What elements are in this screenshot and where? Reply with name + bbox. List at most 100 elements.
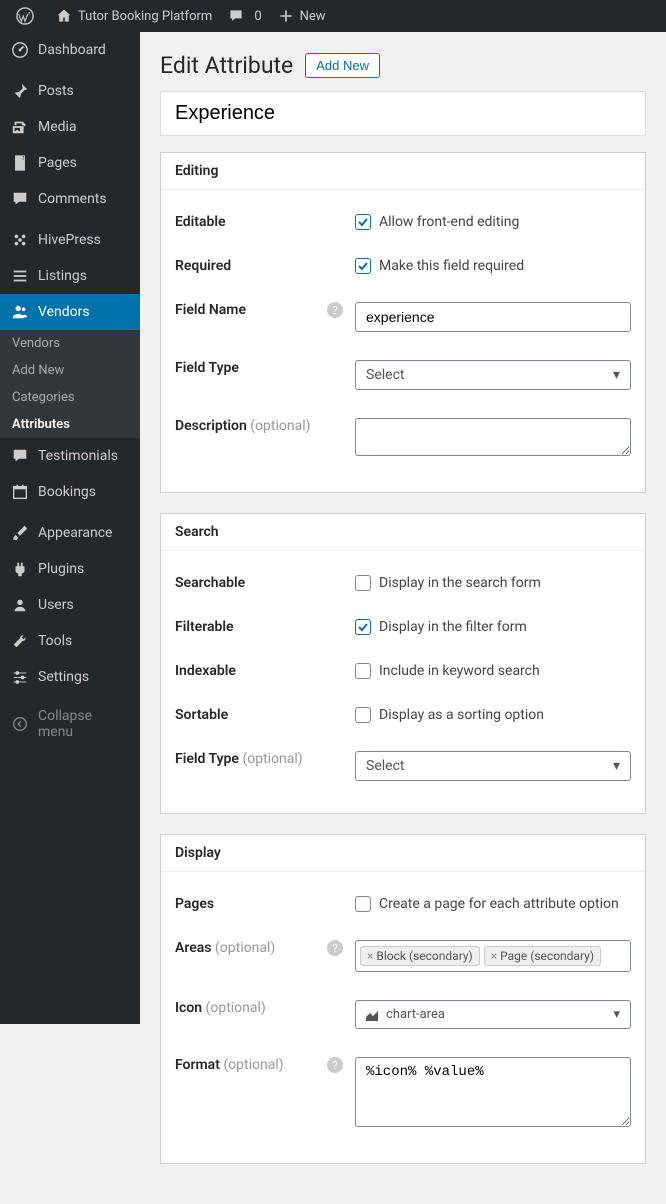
dashboard-icon: [10, 40, 30, 60]
chevron-down-icon: ▾: [613, 1007, 620, 1022]
field-label: Indexable: [175, 663, 236, 679]
close-icon[interactable]: ×: [367, 949, 373, 963]
menu-users[interactable]: Users: [0, 587, 140, 623]
menu-posts[interactable]: Posts: [0, 73, 140, 109]
pages-checkbox[interactable]: [355, 896, 371, 912]
hivepress-icon: [10, 230, 30, 250]
searchable-checkbox[interactable]: [355, 575, 371, 591]
close-icon[interactable]: ×: [491, 949, 497, 963]
description-row: Description (optional): [175, 404, 631, 474]
pin-icon: [10, 81, 30, 101]
plug-icon: [10, 559, 30, 579]
area-tag[interactable]: ×Page (secondary): [484, 946, 601, 966]
field-label: Pages: [175, 896, 214, 912]
menu-label: Vendors: [38, 304, 130, 320]
add-new-button[interactable]: Add New: [305, 53, 380, 78]
vendors-submenu: Vendors Add New Categories Attributes: [0, 330, 140, 438]
area-tag[interactable]: ×Block (secondary): [360, 946, 480, 966]
menu-settings[interactable]: Settings: [0, 659, 140, 695]
filterable-checkbox[interactable]: [355, 619, 371, 635]
help-icon[interactable]: ?: [327, 302, 343, 318]
menu-media[interactable]: Media: [0, 109, 140, 145]
testimonials-icon: [10, 446, 30, 466]
menu-label: Testimonials: [38, 448, 130, 464]
menu-label: Settings: [38, 669, 130, 685]
field-type-select[interactable]: Select ▾: [355, 360, 631, 390]
chevron-down-icon: ▾: [613, 758, 620, 774]
required-checkbox[interactable]: [355, 258, 371, 274]
select-value: Select: [366, 367, 404, 383]
new-label: New: [300, 9, 326, 24]
site-name: Tutor Booking Platform: [78, 9, 212, 24]
menu-testimonials[interactable]: Testimonials: [0, 438, 140, 474]
field-name-row: Field Name ?: [175, 288, 631, 346]
field-label: Required: [175, 258, 231, 274]
vendors-icon: [10, 302, 30, 322]
wrench-icon: [10, 631, 30, 651]
comments-link[interactable]: 0: [220, 0, 269, 32]
plus-icon: [278, 8, 294, 24]
menu-hivepress[interactable]: HivePress: [0, 222, 140, 258]
menu-bookings[interactable]: Bookings: [0, 474, 140, 510]
field-label: Field Type: [175, 360, 239, 376]
comment-count: 0: [254, 9, 261, 24]
submenu-attributes[interactable]: Attributes: [0, 411, 140, 438]
menu-listings[interactable]: Listings: [0, 258, 140, 294]
indexable-row: Indexable Include in keyword search: [175, 649, 631, 693]
required-row: Required Make this field required: [175, 244, 631, 288]
field-name-input[interactable]: [355, 302, 631, 332]
menu-label: HivePress: [38, 232, 130, 248]
menu-comments[interactable]: Comments: [0, 181, 140, 217]
new-content-link[interactable]: New: [270, 0, 334, 32]
comment-icon: [228, 8, 244, 24]
checkbox-label: Allow front-end editing: [379, 214, 519, 230]
sortable-checkbox[interactable]: [355, 707, 371, 723]
menu-label: Appearance: [38, 525, 130, 541]
search-field-type-select[interactable]: Select ▾: [355, 751, 631, 781]
wordpress-icon: [16, 7, 34, 25]
metabox-body: Pages Create a page for each attribute o…: [161, 872, 645, 1163]
home-icon: [56, 8, 72, 24]
format-textarea[interactable]: %icon% %value%: [355, 1057, 631, 1127]
admin-bar: Tutor Booking Platform 0 New: [0, 0, 666, 32]
indexable-checkbox[interactable]: [355, 663, 371, 679]
attribute-title-input[interactable]: [160, 91, 646, 136]
brush-icon: [10, 523, 30, 543]
checkbox-label: Display in the filter form: [379, 619, 527, 635]
menu-label: Comments: [38, 191, 130, 207]
menu-appearance[interactable]: Appearance: [0, 515, 140, 551]
submenu-add-new[interactable]: Add New: [0, 357, 140, 384]
collapse-menu[interactable]: Collapse menu: [0, 700, 140, 748]
menu-label: Pages: [38, 155, 130, 171]
description-textarea[interactable]: [355, 418, 631, 456]
help-icon[interactable]: ?: [327, 940, 343, 956]
menu-tools[interactable]: Tools: [0, 623, 140, 659]
chevron-down-icon: ▾: [613, 367, 620, 383]
areas-tag-input[interactable]: ×Block (secondary) ×Page (secondary): [355, 940, 631, 972]
sortable-row: Sortable Display as a sorting option: [175, 693, 631, 737]
site-name-link[interactable]: Tutor Booking Platform: [48, 0, 220, 32]
menu-label: Users: [38, 597, 130, 613]
field-label: Filterable: [175, 619, 234, 635]
icon-select[interactable]: chart-area ▾: [355, 1000, 631, 1029]
menu-pages[interactable]: Pages: [0, 145, 140, 181]
editable-checkbox[interactable]: [355, 214, 371, 230]
areas-row: Areas (optional) ? ×Block (secondary) ×P…: [175, 926, 631, 986]
menu-dashboard[interactable]: Dashboard: [0, 32, 140, 68]
select-value: chart-area: [386, 1007, 445, 1022]
menu-label: Listings: [38, 268, 130, 284]
field-label: Sortable: [175, 707, 228, 723]
submenu-categories[interactable]: Categories: [0, 384, 140, 411]
listings-icon: [10, 266, 30, 286]
help-icon[interactable]: ?: [327, 1057, 343, 1073]
menu-label: Media: [38, 119, 130, 135]
menu-plugins[interactable]: Plugins: [0, 551, 140, 587]
field-label: Field Name: [175, 302, 246, 318]
submenu-vendors[interactable]: Vendors: [0, 330, 140, 357]
checkbox-label: Display in the search form: [379, 575, 541, 591]
search-field-type-row: Field Type (optional) Select ▾: [175, 737, 631, 795]
menu-vendors[interactable]: Vendors: [0, 294, 140, 330]
metabox-body: Editable Allow front-end editing Require…: [161, 190, 645, 492]
admin-sidebar: Dashboard Posts Media Pages Comments Hiv…: [0, 32, 140, 1024]
wp-logo[interactable]: [8, 0, 48, 32]
